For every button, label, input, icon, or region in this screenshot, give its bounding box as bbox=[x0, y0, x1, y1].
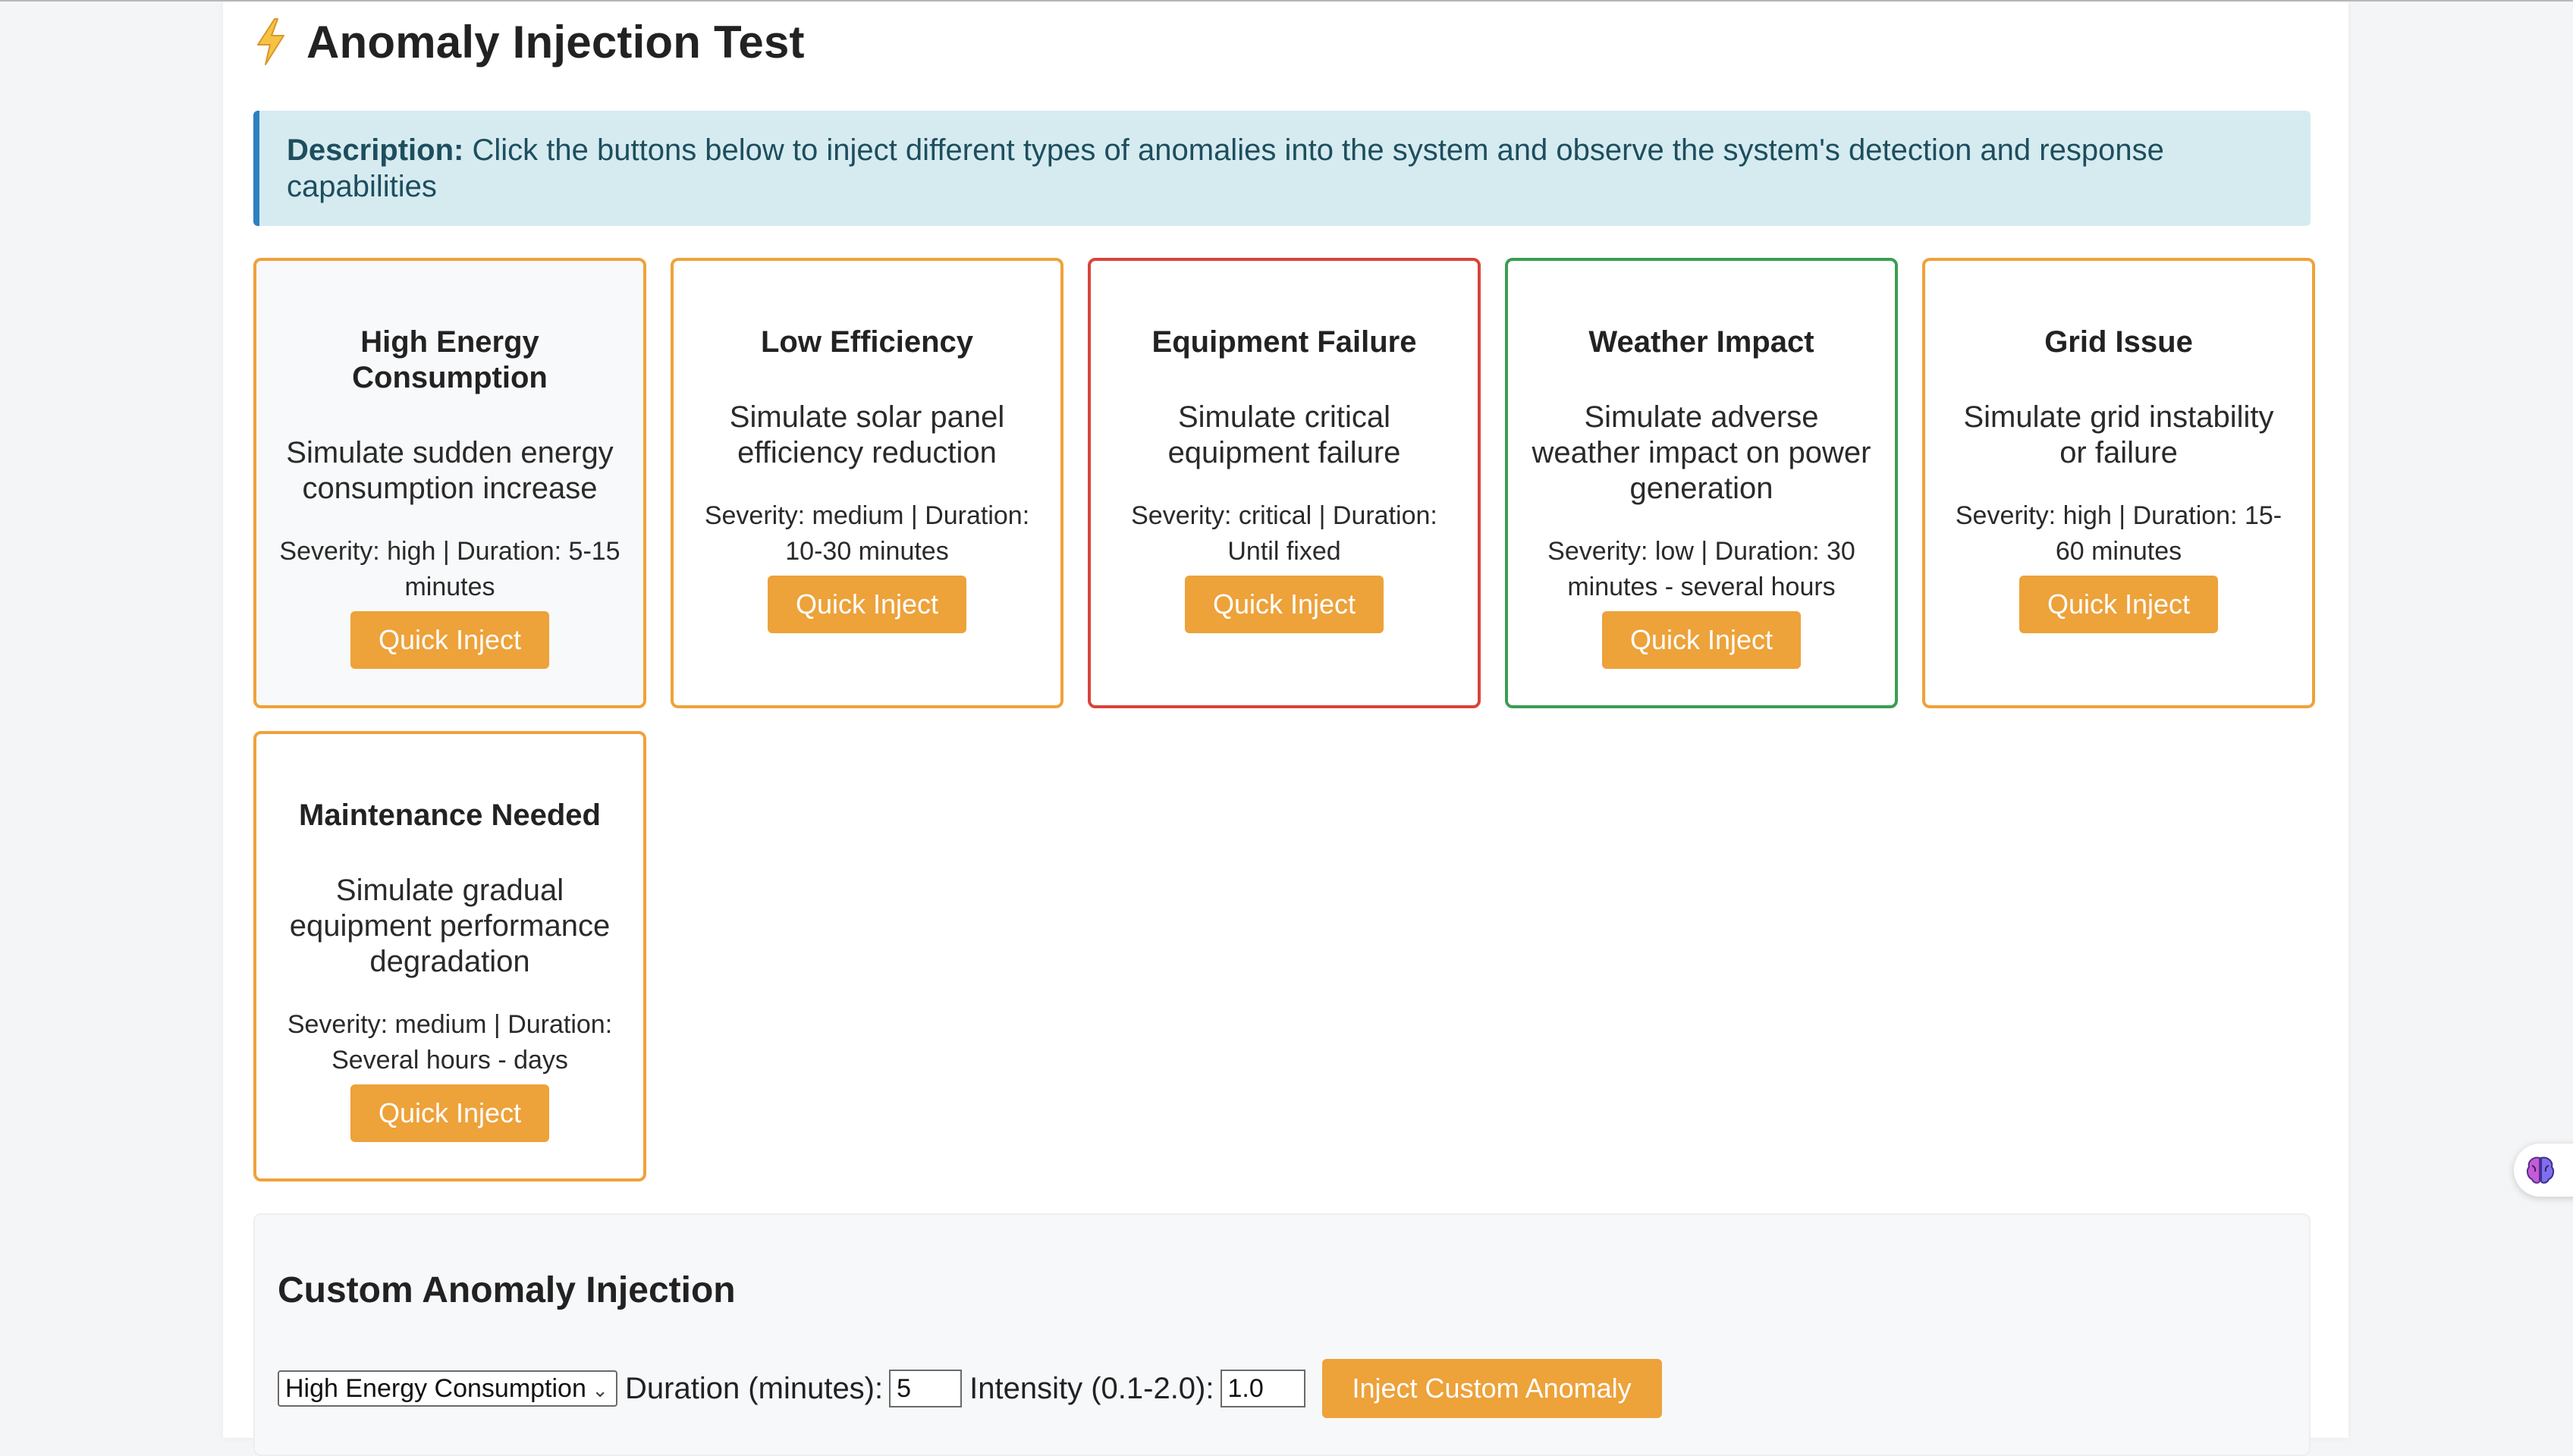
card-description: Simulate solar panel efficiency reductio… bbox=[729, 400, 1005, 469]
quick-inject-button[interactable]: Quick Inject bbox=[350, 1084, 549, 1142]
card-meta: Severity: high | Duration: 5-15 minutes bbox=[279, 537, 620, 601]
card-meta: Severity: medium | Duration: 10-30 minut… bbox=[704, 501, 1030, 566]
anomaly-card-weather-impact: Weather Impact Simulate adverse weather … bbox=[1505, 258, 1898, 708]
card-title: Maintenance Needed bbox=[299, 799, 601, 832]
card-meta: Severity: critical | Duration: Until fix… bbox=[1131, 501, 1437, 566]
page-header: Anomaly Injection Test bbox=[253, 15, 805, 68]
card-description: Simulate gradual equipment performance d… bbox=[289, 874, 611, 978]
anomaly-card-maintenance-needed: Maintenance Needed Simulate gradual equi… bbox=[253, 731, 646, 1181]
anomaly-card-high-energy: High Energy Consumption Simulate sudden … bbox=[253, 258, 646, 708]
anomaly-card-low-efficiency: Low Efficiency Simulate solar panel effi… bbox=[671, 258, 1063, 708]
card-title: Weather Impact bbox=[1588, 325, 1814, 359]
quick-inject-button[interactable]: Quick Inject bbox=[2019, 576, 2218, 633]
anomaly-card-equipment-failure: Equipment Failure Simulate critical equi… bbox=[1088, 258, 1481, 708]
card-title: Grid Issue bbox=[2044, 325, 2193, 359]
card-description: Simulate adverse weather impact on power… bbox=[1532, 400, 1871, 505]
custom-anomaly-panel: Custom Anomaly Injection High Energy Con… bbox=[253, 1213, 2311, 1456]
card-description: Simulate critical equipment failure bbox=[1167, 400, 1401, 469]
lightning-bolt-icon bbox=[257, 18, 284, 65]
inject-custom-anomaly-button[interactable]: Inject Custom Anomaly bbox=[1321, 1359, 1662, 1418]
custom-form-row: High Energy Consumption ⌄ Duration (minu… bbox=[278, 1359, 1662, 1418]
assistant-floating-widget[interactable] bbox=[2514, 1144, 2573, 1197]
intensity-label: Intensity (0.1-2.0): bbox=[969, 1371, 1214, 1405]
anomaly-type-select[interactable]: High Energy Consumption ⌄ bbox=[278, 1370, 617, 1407]
main-container: Anomaly Injection Test Description: Clic… bbox=[223, 2, 2348, 1456]
intensity-input[interactable]: 1.0 bbox=[1220, 1370, 1305, 1407]
card-description: Simulate grid instability or failure bbox=[1963, 400, 2274, 469]
card-meta: Severity: high | Duration: 15-60 minutes bbox=[1955, 501, 2282, 566]
duration-input[interactable]: 5 bbox=[889, 1370, 963, 1407]
anomaly-type-selected: High Energy Consumption bbox=[285, 1374, 586, 1403]
description-box: Description: Click the buttons below to … bbox=[253, 111, 2311, 226]
quick-inject-button[interactable]: Quick Inject bbox=[768, 576, 966, 633]
custom-panel-title: Custom Anomaly Injection bbox=[278, 1270, 736, 1310]
description-label: Description: bbox=[287, 133, 464, 167]
duration-label: Duration (minutes): bbox=[625, 1371, 884, 1405]
card-title: High Energy Consumption bbox=[352, 325, 548, 394]
brain-icon bbox=[2526, 1156, 2555, 1184]
card-description: Simulate sudden energy consumption incre… bbox=[286, 436, 614, 505]
quick-inject-button[interactable]: Quick Inject bbox=[1185, 576, 1384, 633]
quick-inject-button[interactable]: Quick Inject bbox=[1602, 611, 1801, 669]
card-title: Equipment Failure bbox=[1151, 325, 1417, 359]
chevron-down-icon: ⌄ bbox=[592, 1379, 608, 1401]
card-title: Low Efficiency bbox=[760, 325, 974, 359]
card-meta: Severity: low | Duration: 30 minutes - s… bbox=[1547, 537, 1855, 601]
description-text: Click the buttons below to inject differ… bbox=[287, 133, 2164, 203]
page-title: Anomaly Injection Test bbox=[306, 16, 805, 67]
anomaly-card-grid-issue: Grid Issue Simulate grid instability or … bbox=[1922, 258, 2315, 708]
card-meta: Severity: medium | Duration: Several hou… bbox=[287, 1010, 613, 1075]
quick-inject-button[interactable]: Quick Inject bbox=[350, 611, 549, 669]
